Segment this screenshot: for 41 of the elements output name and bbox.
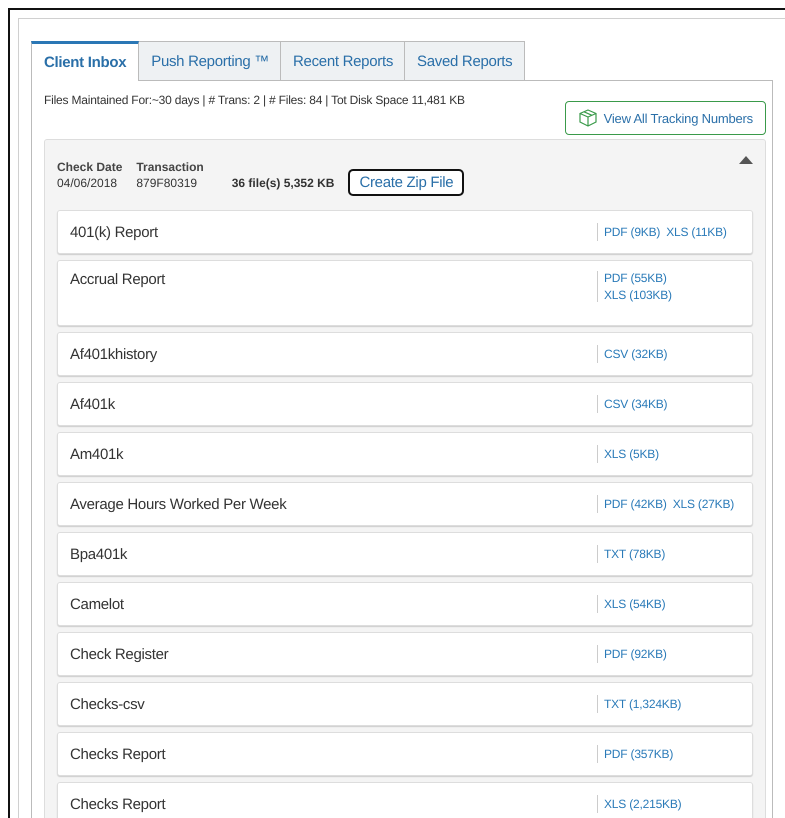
report-name: Af401k [70,396,115,412]
tab[interactable]: Client Inbox [31,41,140,81]
summary-text: Files Maintained For:~30 days | # Trans: 2 | # Files: 84 | Tot Disk Space 11,481 KB [44,93,465,107]
file-link[interactable]: TXT (78KB) [604,547,666,561]
report-name: Bpa401k [70,546,128,562]
file-link[interactable]: PDF (42KB) [604,497,667,511]
report-name: Camelot [70,596,124,612]
transaction-id: 879F80319 [136,176,198,190]
file-link[interactable]: XLS (11KB) [666,225,727,239]
file-link[interactable]: XLS (27KB) [672,497,734,511]
tab[interactable]: Recent Reports [280,41,406,81]
file-link[interactable]: PDF (55KB) [604,271,667,285]
report-name: Checks Report [70,796,166,812]
box-icon [578,108,598,128]
file-link[interactable]: XLS (2,215KB) [604,797,682,811]
check-date: 04/06/2018 [57,176,118,190]
file-link[interactable]: CSV (32KB) [604,347,668,361]
file-link[interactable]: PDF (357KB) [604,747,674,761]
report-name: Am401k [70,446,124,462]
report-name: 401(k) Report [70,224,158,240]
report-name: Average Hours Worked Per Week [70,496,286,512]
report-name: Check Register [70,646,168,662]
file-link[interactable]: PDF (9KB) [604,225,660,239]
view-tracking-button[interactable]: View All Tracking Numbers [564,101,766,135]
file-link[interactable]: CSV (34KB) [604,397,668,411]
file-link[interactable]: XLS (103KB) [604,288,672,302]
file-link[interactable]: PDF (92KB) [604,647,667,661]
report-name: Checks Report [70,746,166,762]
transaction-label: Transaction [136,160,204,174]
collapse-caret-icon[interactable] [739,156,753,164]
tab[interactable]: Push Reporting ™ [138,41,281,81]
report-name: Af401khistory [70,346,157,362]
file-link[interactable]: XLS (5KB) [604,447,659,461]
check-date-label: Check Date [57,160,122,174]
file-link[interactable]: XLS (54KB) [604,597,666,611]
tab[interactable]: Saved Reports [404,41,526,81]
report-name: Checks-csv [70,696,145,712]
file-link[interactable]: TXT (1,324KB) [604,697,682,711]
files-info: 36 file(s) 5,352 KB [232,176,334,190]
report-name: Accrual Report [70,271,166,288]
create-zip-button[interactable]: Create Zip File [348,169,464,196]
